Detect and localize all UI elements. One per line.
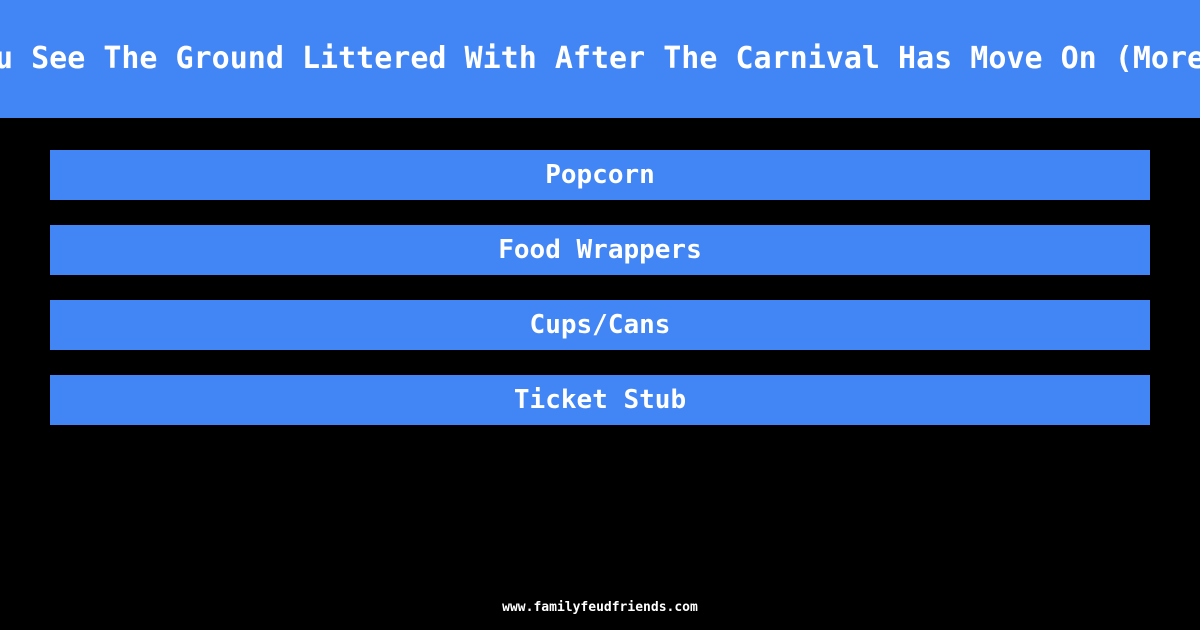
answer-label: Ticket Stub bbox=[513, 385, 687, 415]
answer-bar-2[interactable]: Food Wrappers bbox=[50, 225, 1150, 275]
answer-bar-4[interactable]: Ticket Stub bbox=[50, 375, 1150, 425]
footer: www.familyfeudfriends.com bbox=[0, 596, 1200, 615]
answer-label: Cups/Cans bbox=[529, 310, 671, 340]
answer-bar-1[interactable]: Popcorn bbox=[50, 150, 1150, 200]
answer-label: Popcorn bbox=[545, 160, 655, 190]
question-banner: What Do You See The Ground Littered With… bbox=[0, 0, 1200, 118]
answer-bar-3[interactable]: Cups/Cans bbox=[50, 300, 1150, 350]
answer-label: Food Wrappers bbox=[498, 235, 702, 265]
question-text: What Do You See The Ground Littered With… bbox=[0, 41, 1200, 76]
site-url-text: www.familyfeudfriends.com bbox=[502, 600, 698, 615]
answer-list: Popcorn Food Wrappers Cups/Cans Ticket S… bbox=[50, 150, 1150, 425]
family-feud-question-card: What Do You See The Ground Littered With… bbox=[0, 0, 1200, 630]
